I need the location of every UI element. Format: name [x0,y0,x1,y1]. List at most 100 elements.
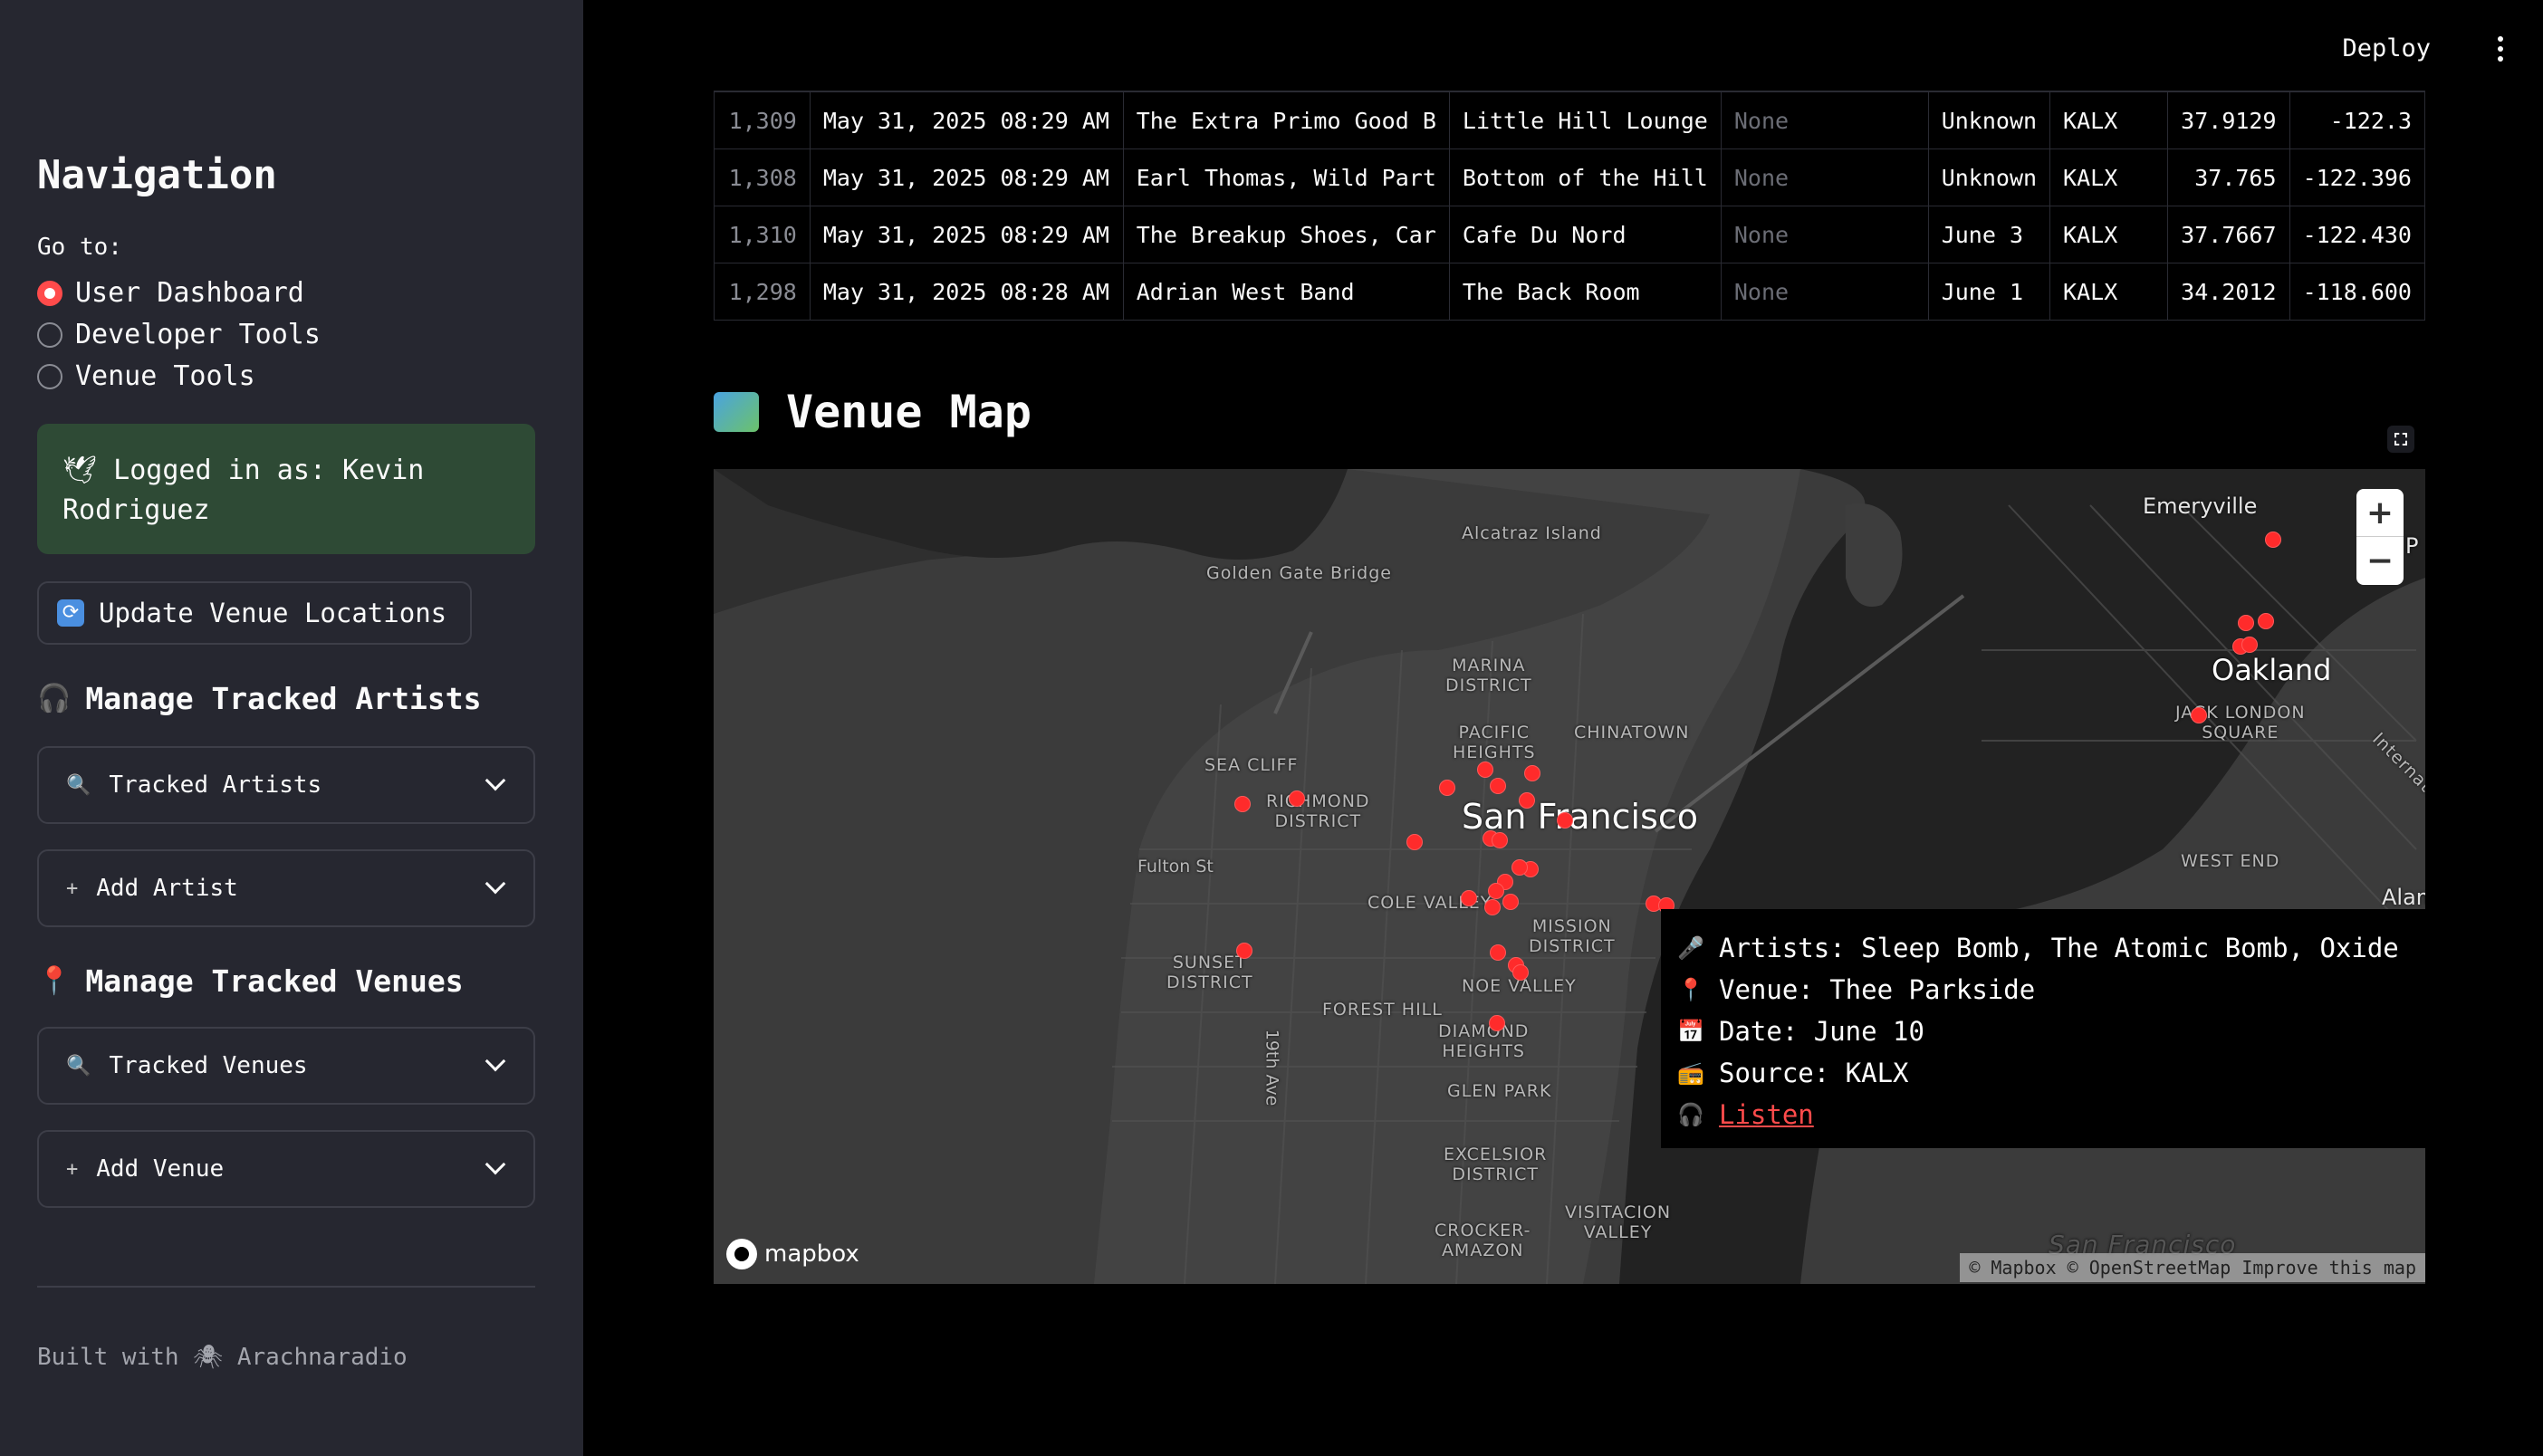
navigation-title: Navigation [37,152,277,198]
venue-marker[interactable] [1490,778,1506,794]
map-label: SUNSET DISTRICT [1166,953,1253,992]
map-label: WEST END [2181,851,2280,871]
map-label: RICHMOND DISTRICT [1266,791,1370,831]
map-label: P [2405,533,2419,559]
chevron-down-icon [485,1050,506,1072]
venue-marker[interactable] [1406,834,1423,850]
radio-selected-icon[interactable] [37,280,62,306]
venue-map[interactable]: Alcatraz Island Golden Gate Bridge Emery… [714,469,2425,1284]
add-artist-expander[interactable]: + Add Artist [37,849,535,927]
bird-icon: 🕊 [62,455,98,486]
table-cell-timestamp: May 31, 2025 08:29 AM [809,148,1124,206]
map-label: GLEN PARK [1447,1081,1552,1101]
radio-label: Venue Tools [75,360,255,392]
map-basemap [714,469,2425,1284]
zoom-out-button[interactable]: − [2356,537,2404,585]
map-label: CHINATOWN [1574,723,1690,742]
table-row[interactable]: 1,308 May 31, 2025 08:29 AM Earl Thomas, W… [714,148,2425,206]
radio-label: User Dashboard [75,277,304,309]
venue-marker[interactable] [1511,859,1528,876]
venue-marker[interactable] [1488,883,1504,899]
headphones-icon: 🎧 [1677,1102,1704,1127]
venue-marker[interactable] [1557,812,1573,829]
listen-link[interactable]: Listen [1719,1094,1814,1135]
venue-marker[interactable] [1524,765,1540,781]
microphone-icon: 🎤 [1677,935,1704,961]
more-menu-icon[interactable] [2498,36,2505,63]
venue-marker[interactable] [1234,796,1251,812]
table-cell-venue: Bottom of the Hill [1448,148,1722,206]
update-venue-locations-button[interactable]: ⟳ Update Venue Locations [37,581,472,645]
radio-developer-tools[interactable]: Developer Tools [37,319,321,350]
table-cell-lon: -122.396 [2289,148,2425,206]
venue-marker[interactable] [1439,780,1455,796]
venue-marker[interactable] [1236,943,1252,959]
data-table[interactable]: 1,309 May 31, 2025 08:29 AM The Extra Prim… [714,91,2425,339]
table-cell-source: KALX [2049,91,2169,149]
tooltip-source: Source: KALX [1719,1058,1909,1088]
chevron-down-icon [485,873,506,895]
tooltip-artists: Artists: Sleep Bomb, The Atomic Bomb, Ox… [1719,933,2399,963]
venue-marker[interactable] [2241,637,2258,653]
table-row[interactable]: 1,309 May 31, 2025 08:29 AM The Extra Prim… [714,91,2425,149]
table-cell-id: 1,298 [714,263,811,321]
fullscreen-icon[interactable] [2387,426,2414,453]
radio-icon: 📻 [1677,1060,1704,1086]
search-icon: 🔍 [66,773,91,797]
venue-marker[interactable] [1484,899,1501,915]
sidebar-divider [37,1286,535,1288]
map-label: SEA CLIFF [1204,755,1299,775]
venue-marker[interactable] [2238,615,2254,631]
pin-icon: 📍 [1677,977,1704,1002]
venue-marker[interactable] [1492,832,1508,848]
table-cell-link: None [1720,263,1929,321]
zoom-in-button[interactable]: + [2356,489,2404,537]
button-label: Update Venue Locations [99,598,447,628]
table-cell-lat: 37.7667 [2167,206,2290,263]
radio-user-dashboard[interactable]: User Dashboard [37,277,304,309]
chevron-down-icon [485,770,506,791]
radio-unselected-icon[interactable] [37,363,62,389]
table-cell-link: None [1720,206,1929,263]
venue-marker[interactable] [1461,890,1477,906]
venue-marker[interactable] [2265,532,2281,548]
table-cell-link: None [1720,91,1929,149]
venue-marker[interactable] [1490,944,1506,961]
table-cell-venue: Little Hill Lounge [1448,91,1722,149]
table-cell-venue: Cafe Du Nord [1448,206,1722,263]
table-cell-lon: -122.430 [2289,206,2425,263]
map-label-san-francisco: San Francisco [1462,797,1699,837]
map-label: MARINA DISTRICT [1445,656,1532,695]
table-row[interactable]: 1,298 May 31, 2025 08:28 AM Adrian West Ba… [714,263,2425,321]
login-status-box: 🕊 Logged in as: Kevin Rodriguez [37,424,535,554]
table-cell-lon: -118.600 [2289,263,2425,321]
deploy-button[interactable]: Deploy [2342,34,2431,62]
table-row[interactable]: 1,310 May 31, 2025 08:29 AM The Breakup Sh… [714,206,2425,263]
built-with-footer: Built with 🕷 Arachnaradio [37,1344,408,1371]
zoom-controls[interactable]: + − [2356,489,2404,585]
venue-marker[interactable] [2258,613,2274,629]
venue-marker[interactable] [1489,1015,1505,1031]
map-attribution[interactable]: © Mapbox © OpenStreetMap Improve this ma… [1960,1253,2425,1282]
table-cell-date: Unknown [1927,148,2051,206]
radio-unselected-icon[interactable] [37,321,62,348]
tracked-venues-expander[interactable]: 🔍 Tracked Venues [37,1027,535,1105]
table-cell-id: 1,308 [714,148,811,206]
venue-marker[interactable] [2191,707,2207,723]
tracked-artists-expander[interactable]: 🔍 Tracked Artists [37,746,535,824]
venue-marker[interactable] [1519,792,1535,809]
venue-marker[interactable] [1512,964,1529,981]
calendar-icon: 📅 [1677,1019,1704,1044]
venue-marker[interactable] [1289,790,1305,807]
venue-tooltip: 🎤 Artists: Sleep Bomb, The Atomic Bomb, O… [1661,909,2425,1148]
radio-venue-tools[interactable]: Venue Tools [37,360,255,392]
login-text: Logged in as: Kevin Rodriguez [62,455,425,526]
section-title: Venue Map [786,386,1032,438]
add-venue-expander[interactable]: + Add Venue [37,1130,535,1208]
table-cell-venue: The Back Room [1448,263,1722,321]
mapbox-logo[interactable]: mapbox [726,1239,859,1269]
table-cell-artists: Earl Thomas, Wild Part [1122,148,1450,206]
venue-marker[interactable] [1477,762,1493,778]
venue-marker[interactable] [1502,894,1519,910]
map-label: San Francisco [2049,1230,2237,1260]
